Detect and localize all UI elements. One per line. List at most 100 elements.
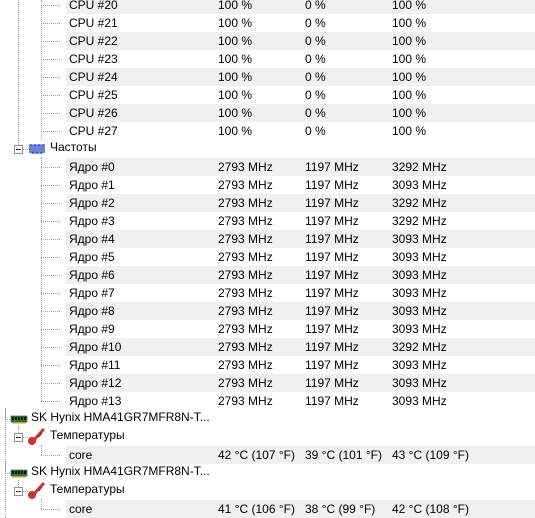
sensor-value: 100 % (218, 52, 253, 66)
sensor-max: 3093 MHz (392, 376, 447, 390)
sensor-row[interactable]: CPU #20 100 % 0 % 100 % (0, 0, 535, 14)
sensor-row[interactable]: Ядро #6 2793 MHz 1197 MHz 3093 MHz (0, 266, 535, 284)
sensor-max: 100 % (392, 124, 427, 138)
sensor-max: 100 % (392, 16, 427, 30)
sensor-min: 1197 MHz (305, 358, 359, 372)
sensor-min: 0 % (305, 0, 326, 12)
sensor-row[interactable]: Ядро #4 2793 MHz 1197 MHz 3093 MHz (0, 230, 535, 248)
clocks-collapse-toggle[interactable] (14, 145, 23, 154)
sensor-name: Ядро #12 (69, 376, 122, 390)
sensor-value: 42 °C (107 °F) (218, 448, 295, 462)
sensor-max: 3093 MHz (392, 178, 447, 192)
sensor-name: Ядро #13 (69, 394, 122, 408)
sensor-row[interactable]: CPU #27 100 % 0 % 100 % (0, 122, 535, 140)
sensor-min: 0 % (305, 124, 326, 138)
tree-connector-line (41, 95, 60, 96)
sensor-row[interactable]: Ядро #13 2793 MHz 1197 MHz 3093 MHz (0, 392, 535, 410)
sensor-value: 100 % (218, 88, 253, 102)
sensor-row[interactable]: CPU #24 100 % 0 % 100 % (0, 68, 535, 86)
sensor-value: 2793 MHz (218, 376, 273, 390)
sensor-min: 1197 MHz (305, 178, 359, 192)
sensor-value: 2793 MHz (218, 250, 273, 264)
tree-connector-line (41, 59, 60, 60)
sensor-tree[interactable]: CPU #20 100 % 0 % 100 % CPU #21 100 % 0 % 100 %… (0, 0, 535, 518)
sensor-row[interactable]: Ядро #10 2793 MHz 1197 MHz 3292 MHz (0, 338, 535, 356)
sensor-min: 0 % (305, 70, 326, 84)
sensor-max: 3093 MHz (392, 304, 447, 318)
sensor-row[interactable]: core 42 °C (107 °F) 39 °C (101 °F) 43 °C (1… (0, 446, 535, 464)
sensor-max: 42 °C (108 °F) (392, 502, 469, 516)
row-stripe (66, 338, 535, 356)
sensor-min: 1197 MHz (305, 304, 359, 318)
sensor-value: 41 °C (106 °F) (218, 502, 295, 516)
temperatures-collapse-toggle[interactable] (14, 487, 23, 496)
row-stripe (66, 158, 535, 176)
sensor-row[interactable]: Ядро #12 2793 MHz 1197 MHz 3093 MHz (0, 374, 535, 392)
sensor-max: 3093 MHz (392, 268, 447, 282)
sensor-min: 1197 MHz (305, 340, 359, 354)
sensor-name: CPU #27 (69, 124, 118, 138)
sensor-row[interactable]: CPU #22 100 % 0 % 100 % (0, 32, 535, 50)
sensor-max: 100 % (392, 106, 427, 120)
sensor-row[interactable]: Ядро #0 2793 MHz 1197 MHz 3292 MHz (0, 158, 535, 176)
sensor-row[interactable]: Ядро #9 2793 MHz 1197 MHz 3093 MHz (0, 320, 535, 338)
tree-connector-line (41, 257, 60, 258)
row-stripe (66, 68, 535, 86)
tree-connector-line (5, 408, 6, 518)
sensor-max: 100 % (392, 0, 427, 12)
temperatures-collapse-toggle[interactable] (14, 433, 23, 442)
sensor-value: 2793 MHz (218, 268, 273, 282)
tree-connector-line (41, 41, 60, 42)
sensor-row[interactable]: core 41 °C (106 °F) 38 °C (99 °F) 42 °C (10… (0, 500, 535, 518)
memory-module-label: SK Hynix HMA41GR7MFR8N-T... (31, 410, 210, 424)
sensor-value: 100 % (218, 0, 253, 12)
sensor-max: 3093 MHz (392, 394, 447, 408)
row-stripe (66, 266, 535, 284)
sensor-max: 3292 MHz (392, 196, 447, 210)
clocks-group-label: Частоты (50, 140, 97, 154)
sensor-min: 1197 MHz (305, 322, 359, 336)
sensor-row[interactable]: Ядро #11 2793 MHz 1197 MHz 3093 MHz (0, 356, 535, 374)
sensor-min: 1197 MHz (305, 160, 359, 174)
tree-connector-line (41, 167, 60, 168)
sensor-row[interactable]: Ядро #2 2793 MHz 1197 MHz 3292 MHz (0, 194, 535, 212)
sensor-name: core (69, 502, 93, 516)
sensor-value: 100 % (218, 70, 253, 84)
sensor-min: 1197 MHz (305, 196, 359, 210)
row-stripe (66, 32, 535, 50)
sensor-value: 2793 MHz (218, 304, 273, 318)
tree-connector-line (41, 293, 60, 294)
sensor-row[interactable]: Ядро #3 2793 MHz 1197 MHz 3292 MHz (0, 212, 535, 230)
sensor-max: 43 °C (109 °F) (392, 448, 469, 462)
sensor-max: 3093 MHz (392, 358, 447, 372)
sensor-row[interactable]: CPU #25 100 % 0 % 100 % (0, 86, 535, 104)
sensor-row[interactable]: Ядро #8 2793 MHz 1197 MHz 3093 MHz (0, 302, 535, 320)
tree-connector-line (41, 329, 60, 330)
sensor-row[interactable]: Ядро #5 2793 MHz 1197 MHz 3093 MHz (0, 248, 535, 266)
sensor-value: 100 % (218, 16, 253, 30)
sensor-row[interactable]: Ядро #7 2793 MHz 1197 MHz 3093 MHz (0, 284, 535, 302)
sensor-value: 2793 MHz (218, 160, 273, 174)
sensor-max: 3292 MHz (392, 340, 447, 354)
sensor-value: 100 % (218, 34, 253, 48)
sensor-max: 100 % (392, 70, 427, 84)
sensor-min: 0 % (305, 16, 326, 30)
tree-connector-line (41, 23, 60, 24)
sensor-row[interactable]: CPU #26 100 % 0 % 100 % (0, 104, 535, 122)
sensor-row[interactable]: CPU #21 100 % 0 % 100 % (0, 14, 535, 32)
sensor-min: 1197 MHz (305, 394, 359, 408)
sensor-max: 3292 MHz (392, 160, 447, 174)
sensor-max: 3093 MHz (392, 232, 447, 246)
sensor-min: 1197 MHz (305, 268, 359, 282)
sensor-name: Ядро #0 (69, 160, 115, 174)
sensor-value: 2793 MHz (218, 394, 273, 408)
sensor-min: 1197 MHz (305, 250, 359, 264)
tree-connector-line (41, 445, 42, 455)
sensor-name: CPU #20 (69, 0, 118, 12)
sensor-name: Ядро #6 (69, 268, 115, 282)
sensor-max: 100 % (392, 34, 427, 48)
row-stripe (66, 104, 535, 122)
sensor-row[interactable]: Ядро #1 2793 MHz 1197 MHz 3093 MHz (0, 176, 535, 194)
sensor-min: 0 % (305, 88, 326, 102)
sensor-row[interactable]: CPU #23 100 % 0 % 100 % (0, 50, 535, 68)
